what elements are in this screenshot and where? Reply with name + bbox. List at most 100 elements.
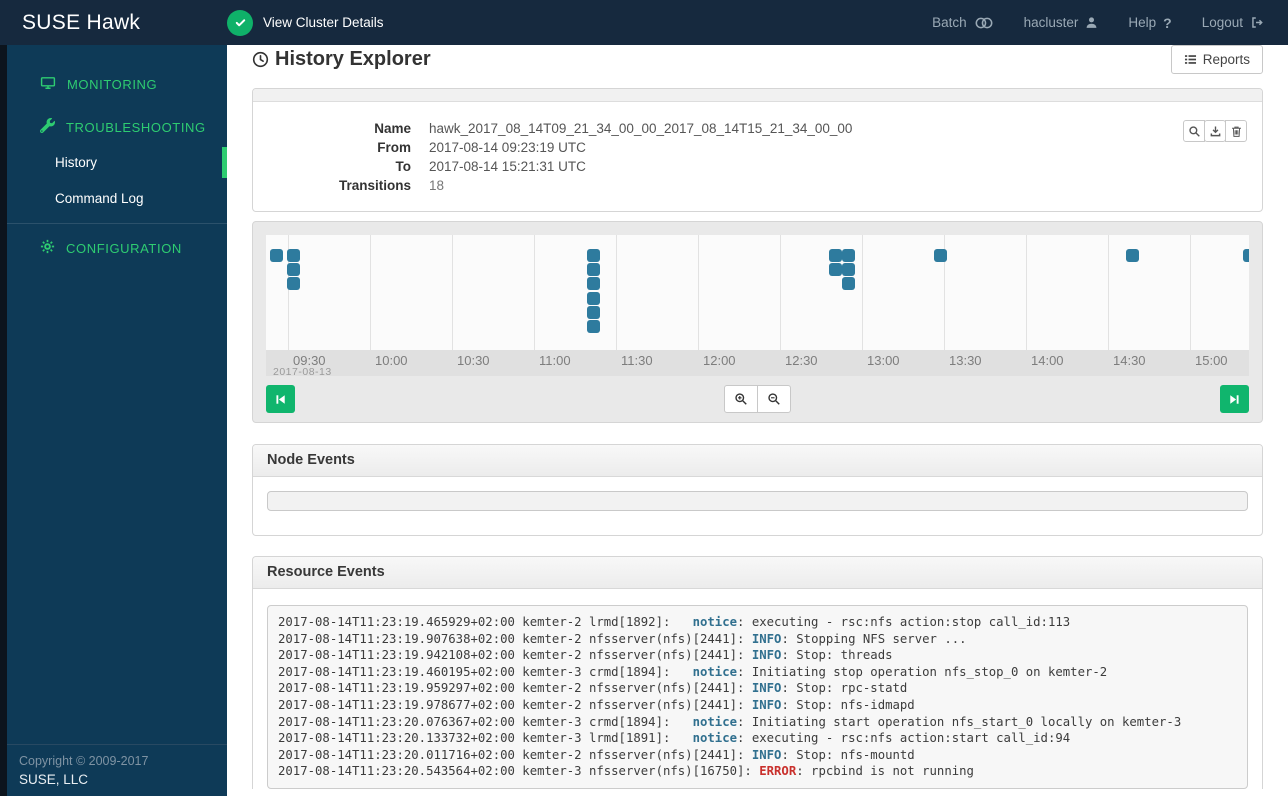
user-menu[interactable]: hacluster bbox=[1024, 15, 1099, 30]
log-severity: notice bbox=[692, 714, 738, 729]
node-events-panel: Node Events bbox=[252, 444, 1263, 536]
axis-tick-label: 14:30 bbox=[1113, 353, 1146, 368]
report-transitions-value: 18 bbox=[429, 178, 445, 193]
sidebar-item-monitoring[interactable]: MONITORING bbox=[0, 69, 227, 100]
sidebar-item-label: CONFIGURATION bbox=[66, 240, 182, 256]
log-line: 2017-08-14T11:23:19.907638+02:00 kemter-… bbox=[278, 631, 967, 646]
copyright-text: Copyright © 2009-2017 bbox=[19, 754, 149, 768]
log-severity: INFO bbox=[751, 631, 782, 646]
transition-marker[interactable] bbox=[287, 263, 300, 276]
transition-marker[interactable] bbox=[587, 306, 600, 319]
transition-marker[interactable] bbox=[842, 249, 855, 262]
sidebar-item-history[interactable]: History bbox=[0, 147, 227, 178]
gridline bbox=[534, 235, 535, 350]
logout-button[interactable]: Logout bbox=[1202, 15, 1264, 30]
axis-tick-label: 10:30 bbox=[457, 353, 490, 368]
topbar-menu: Batch hacluster Help ? Logout bbox=[932, 15, 1288, 31]
detail-label: Name bbox=[374, 121, 411, 136]
search-icon bbox=[1188, 125, 1201, 138]
log-line: 2017-08-14T11:23:19.460195+02:00 kemter-… bbox=[278, 664, 1108, 679]
detail-label: Transitions bbox=[338, 178, 411, 193]
log-line: 2017-08-14T11:23:19.465929+02:00 kemter-… bbox=[278, 615, 1071, 629]
download-report-button[interactable] bbox=[1204, 120, 1226, 142]
panel-header-strip bbox=[253, 89, 1262, 102]
transition-marker[interactable] bbox=[1243, 249, 1249, 262]
node-events-title: Node Events bbox=[253, 445, 1262, 477]
log-line: 2017-08-14T11:23:19.942108+02:00 kemter-… bbox=[278, 648, 893, 663]
jump-to-start-button[interactable] bbox=[266, 385, 295, 413]
detail-row-to: To 2017-08-14 15:21:31 UTC bbox=[253, 157, 1262, 176]
transition-marker[interactable] bbox=[829, 263, 842, 276]
log-severity: notice bbox=[692, 731, 738, 746]
transition-marker[interactable] bbox=[934, 249, 947, 262]
transition-marker[interactable] bbox=[842, 277, 855, 290]
transition-marker[interactable] bbox=[287, 249, 300, 262]
timeline-plot bbox=[266, 235, 1249, 350]
batch-label: Batch bbox=[932, 15, 967, 30]
transition-marker[interactable] bbox=[587, 277, 600, 290]
zoom-in-button[interactable] bbox=[724, 385, 758, 413]
skip-start-icon bbox=[274, 393, 287, 406]
report-details-panel: Name hawk_2017_08_14T09_21_34_00_00_2017… bbox=[252, 88, 1263, 212]
gridline bbox=[780, 235, 781, 350]
gridline bbox=[1026, 235, 1027, 350]
gridline bbox=[862, 235, 863, 350]
zoom-out-icon bbox=[767, 392, 781, 406]
sidebar-item-configuration[interactable]: CONFIGURATION bbox=[0, 233, 227, 263]
transition-marker[interactable] bbox=[587, 292, 600, 305]
log-severity: notice bbox=[692, 615, 738, 629]
cluster-status-label: View Cluster Details bbox=[263, 15, 384, 30]
log-line: 2017-08-14T11:23:20.543564+02:00 kemter-… bbox=[278, 764, 974, 779]
report-name-value: hawk_2017_08_14T09_21_34_00_00_2017_08_1… bbox=[429, 121, 853, 136]
batch-button[interactable]: Batch bbox=[932, 15, 994, 30]
delete-report-button[interactable] bbox=[1225, 120, 1247, 142]
transition-marker[interactable] bbox=[287, 277, 300, 290]
timeline-panel: 2017-08-13 09:30 10:00 10:30 11:00 11:30 12:0… bbox=[252, 221, 1263, 423]
resource-events-log[interactable]: 2017-08-14T11:23:19.465929+02:00 kemter-… bbox=[267, 605, 1248, 789]
axis-tick-label: 10:00 bbox=[375, 353, 408, 368]
help-button[interactable]: Help ? bbox=[1128, 15, 1171, 31]
timeline-axis: 2017-08-13 09:30 10:00 10:30 11:00 11:30 12:0… bbox=[266, 350, 1249, 376]
inspect-report-button[interactable] bbox=[1183, 120, 1205, 142]
axis-tick-label: 12:00 bbox=[703, 353, 736, 368]
transition-marker[interactable] bbox=[842, 263, 855, 276]
transition-marker[interactable] bbox=[587, 263, 600, 276]
transition-marker[interactable] bbox=[587, 249, 600, 262]
axis-tick-label: 14:00 bbox=[1031, 353, 1064, 368]
zoom-out-button[interactable] bbox=[757, 385, 791, 413]
list-icon bbox=[1184, 53, 1197, 66]
gridline bbox=[1190, 235, 1191, 350]
logout-label: Logout bbox=[1201, 15, 1243, 30]
sidebar: MONITORING TROUBLESHOOTING History Comma… bbox=[0, 45, 227, 796]
axis-tick-label: 09:30 bbox=[293, 353, 326, 368]
sidebar-item-troubleshooting[interactable]: TROUBLESHOOTING bbox=[0, 112, 227, 142]
log-line: 2017-08-14T11:23:19.978677+02:00 kemter-… bbox=[278, 697, 915, 712]
jump-to-end-button[interactable] bbox=[1220, 385, 1249, 413]
sidebar-item-command-log[interactable]: Command Log bbox=[0, 184, 227, 213]
monitor-icon bbox=[40, 75, 56, 94]
transition-marker[interactable] bbox=[1126, 249, 1139, 262]
reports-button[interactable]: Reports bbox=[1170, 44, 1263, 74]
detail-label: To bbox=[395, 159, 412, 174]
view-cluster-details[interactable]: View Cluster Details bbox=[227, 9, 384, 36]
detail-row-transitions: Transitions 18 bbox=[253, 176, 1262, 195]
transition-marker[interactable] bbox=[587, 320, 600, 333]
question-icon: ? bbox=[1163, 14, 1172, 31]
gridline bbox=[616, 235, 617, 350]
transition-marker[interactable] bbox=[829, 249, 842, 262]
log-severity: INFO bbox=[751, 681, 782, 696]
gridline bbox=[698, 235, 699, 350]
app-logo[interactable]: SUSE Hawk bbox=[0, 11, 227, 35]
skip-end-icon bbox=[1228, 393, 1241, 406]
page-title: History Explorer bbox=[252, 48, 431, 71]
trash-icon bbox=[1230, 125, 1243, 138]
transition-marker[interactable] bbox=[270, 249, 283, 262]
axis-tick-label: 13:00 bbox=[867, 353, 900, 368]
report-from-value: 2017-08-14 09:23:19 UTC bbox=[429, 140, 586, 155]
sidebar-item-label: TROUBLESHOOTING bbox=[66, 119, 206, 135]
resource-events-title: Resource Events bbox=[253, 557, 1262, 589]
zoom-in-icon bbox=[734, 392, 748, 406]
download-icon bbox=[1209, 125, 1222, 138]
sidebar-item-label: MONITORING bbox=[67, 77, 158, 92]
log-severity: INFO bbox=[751, 648, 782, 663]
